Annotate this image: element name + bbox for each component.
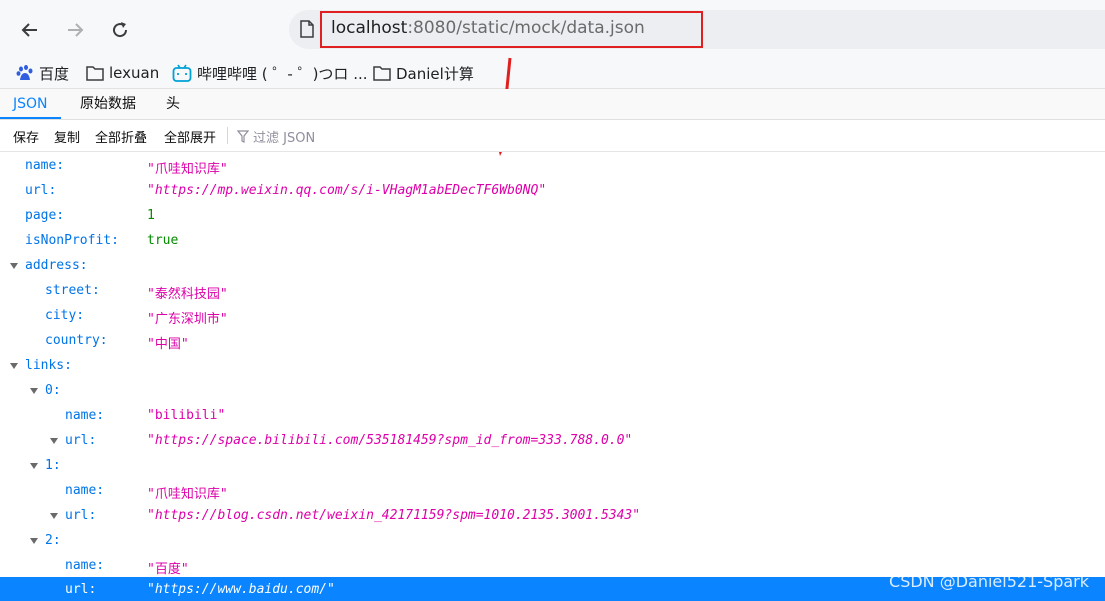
json-row[interactable]: name: "bilibili": [0, 403, 1105, 428]
json-key: 0:: [45, 383, 61, 398]
save-button[interactable]: 保存: [13, 127, 39, 146]
json-value: "bilibili": [147, 408, 226, 423]
filter-placeholder: 过滤 JSON: [253, 131, 316, 146]
divider: [227, 127, 228, 144]
bookmark-daniel[interactable]: Daniel计算: [373, 62, 474, 84]
json-value: "泰然科技园": [147, 287, 228, 302]
bookmark-baidu[interactable]: 百度: [16, 62, 69, 84]
json-value: "https://www.baidu.com/": [147, 582, 335, 597]
json-value: 1: [147, 208, 155, 223]
json-row[interactable]: url: "https://blog.csdn.net/weixin_42171…: [0, 503, 1105, 528]
bookmark-label: 百度: [39, 64, 70, 83]
json-value: "爪哇知识库": [147, 487, 228, 502]
json-key: city:: [45, 308, 85, 323]
watermark: CSDN @Daniel521-Spark: [889, 572, 1089, 591]
expand-toggle-icon[interactable]: [50, 438, 58, 444]
json-row[interactable]: page: 1: [0, 203, 1105, 228]
json-row[interactable]: 2:: [0, 528, 1105, 553]
json-value: "广东深圳市": [147, 312, 228, 327]
json-key: links:: [25, 358, 72, 373]
json-value: "https://blog.csdn.net/weixin_42171159?s…: [147, 508, 641, 523]
funnel-icon: [237, 130, 249, 143]
viewer-actions: 保存 复制 全部折叠 全部展开 过滤 JSON: [0, 120, 1105, 152]
json-value: "https://space.bilibili.com/535181459?sp…: [147, 433, 633, 448]
json-value: "爪哇知识库": [147, 162, 228, 177]
bookmark-lexuan[interactable]: lexuan: [86, 62, 159, 84]
json-key: name:: [25, 158, 65, 173]
json-key: url:: [65, 508, 97, 523]
reload-icon: [113, 22, 128, 38]
expand-toggle-icon[interactable]: [10, 363, 18, 369]
json-row[interactable]: url: "https://space.bilibili.com/5351814…: [0, 428, 1105, 453]
tab-headers[interactable]: 头: [166, 89, 180, 119]
json-key: name:: [65, 483, 105, 498]
json-row[interactable]: 1:: [0, 453, 1105, 478]
json-row[interactable]: name: "爪哇知识库": [0, 153, 1105, 178]
json-row[interactable]: links:: [0, 353, 1105, 378]
json-key: country:: [45, 333, 108, 348]
filter-input[interactable]: 过滤 JSON: [237, 127, 315, 146]
json-key: 2:: [45, 533, 61, 548]
bookmark-label: lexuan: [109, 64, 160, 82]
bookmark-bilibili[interactable]: 哔哩哔哩 ( ゜- ゜)つロ ...: [172, 62, 368, 84]
back-arrow-icon: [21, 23, 37, 37]
json-key: url:: [65, 433, 97, 448]
json-key: address:: [25, 258, 88, 273]
folder-icon: [373, 66, 391, 81]
json-key: isNonProfit:: [25, 233, 119, 248]
folder-icon: [86, 66, 104, 81]
expand-toggle-icon[interactable]: [10, 263, 18, 269]
expand-all-button[interactable]: 全部展开: [164, 127, 216, 146]
bookmark-label: 哔哩哔哩 ( ゜- ゜)つロ ...: [197, 64, 368, 83]
expand-toggle-icon[interactable]: [50, 513, 58, 519]
tab-json[interactable]: JSON: [0, 89, 61, 119]
copy-button[interactable]: 复制: [54, 127, 80, 146]
browser-toolbar: localhost:8080/static/mock/data.json: [0, 0, 1105, 58]
page-icon: [300, 20, 314, 38]
json-key: url:: [65, 582, 97, 597]
json-row[interactable]: street: "泰然科技园": [0, 278, 1105, 303]
json-row[interactable]: name: "爪哇知识库": [0, 478, 1105, 503]
viewer-tabs: JSON 原始数据 头: [0, 89, 1105, 120]
json-key: page:: [25, 208, 65, 223]
expand-toggle-icon[interactable]: [30, 388, 38, 394]
json-row[interactable]: city: "广东深圳市": [0, 303, 1105, 328]
forward-arrow-icon: [68, 23, 84, 37]
bilibili-icon: [172, 64, 192, 82]
json-row[interactable]: country: "中国": [0, 328, 1105, 353]
highlight-box: [320, 11, 703, 48]
json-row[interactable]: 0:: [0, 378, 1105, 403]
reload-button[interactable]: [104, 14, 136, 46]
bookmarks-bar: 百度 lexuan 哔哩哔哩 ( ゜- ゜)つロ ... Daniel计算: [0, 58, 1105, 89]
collapse-all-button[interactable]: 全部折叠: [95, 127, 147, 146]
json-key: name:: [65, 558, 105, 573]
json-value: "中国": [147, 337, 189, 352]
back-button[interactable]: [14, 14, 46, 46]
json-value: "百度": [147, 562, 189, 577]
json-value: true: [147, 233, 179, 248]
baidu-paw-icon: [16, 65, 33, 80]
bookmark-label: Daniel计算: [396, 64, 474, 83]
forward-button[interactable]: [59, 14, 91, 46]
json-value: "https://mp.weixin.qq.com/s/i-VHagM1abED…: [147, 183, 547, 198]
json-row[interactable]: address:: [0, 253, 1105, 278]
expand-toggle-icon[interactable]: [30, 538, 38, 544]
tab-raw-data[interactable]: 原始数据: [80, 89, 136, 119]
json-row[interactable]: url: "https://mp.weixin.qq.com/s/i-VHagM…: [0, 178, 1105, 203]
json-row[interactable]: isNonProfit: true: [0, 228, 1105, 253]
json-key: street:: [45, 283, 100, 298]
json-key: url:: [25, 183, 57, 198]
expand-toggle-icon[interactable]: [30, 463, 38, 469]
json-key: 1:: [45, 458, 61, 473]
json-key: name:: [65, 408, 105, 423]
